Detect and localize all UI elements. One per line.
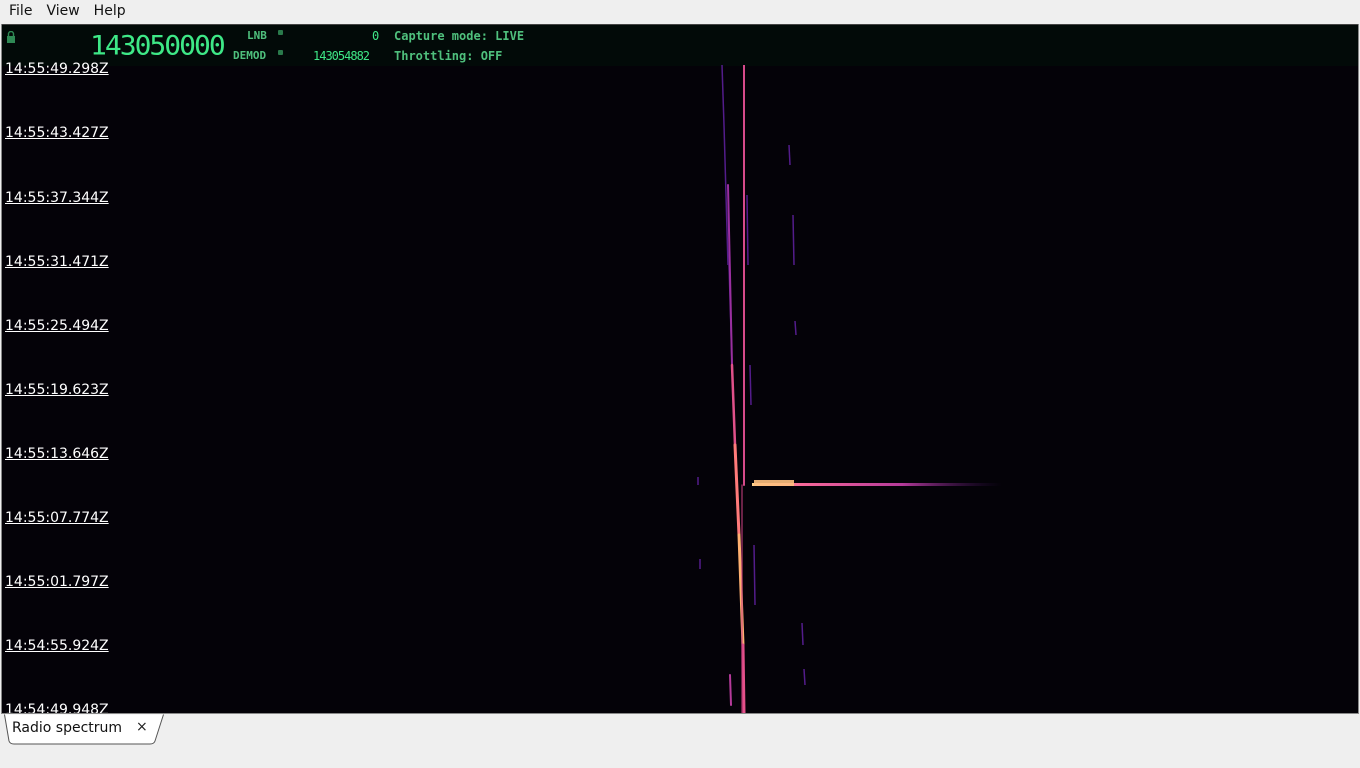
- menu-bar: File View Help: [0, 0, 1360, 22]
- lnb-value[interactable]: 0: [372, 29, 379, 43]
- timestamp-label: 14:55:01.797Z: [5, 574, 109, 590]
- menu-help-label: Help: [93, 3, 126, 19]
- menu-file[interactable]: File: [4, 0, 37, 22]
- timestamp-label: 14:54:55.924Z: [5, 638, 109, 654]
- menu-file-label: File: [9, 3, 33, 19]
- timestamp-label: 14:55:19.623Z: [5, 382, 109, 398]
- timestamp-label: 14:55:07.774Z: [5, 510, 109, 526]
- demod-label: DEMOD: [233, 49, 267, 62]
- lnb-lock-icon: [278, 30, 283, 35]
- menu-view[interactable]: View: [41, 0, 84, 22]
- timestamp-label: 14:55:43.427Z: [5, 125, 109, 141]
- lock-icon: [7, 31, 15, 43]
- tab-radio-spectrum[interactable]: Radio spectrum ×: [4, 714, 164, 745]
- timestamp-label: 14:54:49.948Z: [5, 702, 109, 714]
- tab-label: Radio spectrum: [12, 720, 123, 736]
- timestamp-label: 14:55:31.471Z: [5, 254, 109, 270]
- timestamp-label: 14:55:37.344Z: [5, 190, 109, 206]
- spectrum-panel: 143050000 LNB 0 DEMOD 143054882 Capture …: [1, 24, 1359, 714]
- throttling-status: Throttling: OFF: [394, 49, 503, 63]
- timestamp-label: 14:55:49.298Z: [5, 61, 109, 77]
- lnb-label: LNB: [247, 29, 267, 42]
- center-frequency[interactable]: 143050000: [90, 30, 226, 61]
- demod-lock-icon: [278, 50, 283, 55]
- status-bar: 143050000 LNB 0 DEMOD 143054882 Capture …: [2, 24, 1358, 66]
- capture-mode: Capture mode: LIVE: [394, 29, 525, 43]
- waterfall-image: [697, 65, 1002, 713]
- menu-view-label: View: [46, 3, 80, 19]
- tab-bar: Radio spectrum ×: [0, 714, 1360, 768]
- demod-value[interactable]: 143054882: [313, 49, 370, 63]
- close-icon[interactable]: ×: [136, 719, 148, 735]
- waterfall-display[interactable]: 14:55:49.298Z 14:55:43.427Z 14:55:37.344…: [2, 61, 1358, 714]
- timestamp-label: 14:55:25.494Z: [5, 318, 109, 334]
- menu-help[interactable]: Help: [89, 0, 131, 22]
- timestamp-label: 14:55:13.646Z: [5, 446, 109, 462]
